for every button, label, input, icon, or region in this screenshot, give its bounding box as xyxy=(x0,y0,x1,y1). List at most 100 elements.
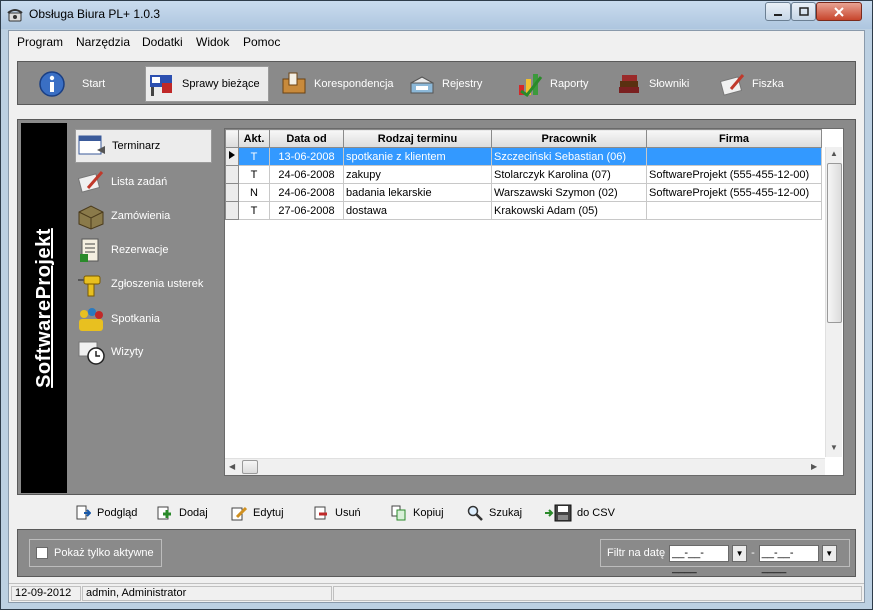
drill-icon xyxy=(75,268,107,300)
scroll-right-icon[interactable]: ▶ xyxy=(811,462,817,471)
cell-date[interactable]: 24-06-2008 xyxy=(269,165,344,184)
cell-employee[interactable]: Szczeciński Sebastian (06) xyxy=(491,147,647,166)
row-indicator xyxy=(225,183,239,202)
sidenav-zamowienia[interactable]: Zamówienia xyxy=(75,199,212,233)
brand-logo-text: SoftwareProjekt xyxy=(32,228,55,388)
menu-widok[interactable]: Widok xyxy=(196,35,229,49)
vertical-scroll-thumb[interactable] xyxy=(827,163,842,323)
action-bar: Podgląd Dodaj Edytuj Usuń Kopiuj Szukaj xyxy=(69,501,849,525)
toolbar-korespondencja[interactable]: Korespondencja xyxy=(278,66,398,102)
cell-type[interactable]: badania lekarskie xyxy=(343,183,492,202)
chevron-down-icon: ▼ xyxy=(825,548,834,558)
export-csv-button[interactable]: do CSV xyxy=(543,503,615,523)
phone-icon xyxy=(7,9,23,22)
preview-button[interactable]: Podgląd xyxy=(73,503,137,523)
toolbar-fiszka[interactable]: Fiszka xyxy=(716,66,796,102)
menu-dodatki[interactable]: Dodatki xyxy=(142,35,183,49)
add-icon xyxy=(155,503,175,523)
table-row[interactable]: N 24-06-2008 badania lekarskie Warszawsk… xyxy=(225,183,822,202)
cell-akt[interactable]: T xyxy=(238,201,270,220)
date-to-dropdown[interactable]: ▼ xyxy=(821,544,837,562)
vertical-scrollbar[interactable]: ▲ ▼ xyxy=(825,147,842,457)
sidenav-terminarz[interactable]: Terminarz xyxy=(75,129,212,163)
side-navigation: Terminarz Lista zadań Zamówienia Rezerwa… xyxy=(71,123,216,493)
header-akt[interactable]: Akt. xyxy=(238,129,270,148)
sidenav-spotkania[interactable]: Spotkania xyxy=(75,302,212,336)
menu-narzedzia[interactable]: Narzędzia xyxy=(76,35,130,49)
header-pracownik[interactable]: Pracownik xyxy=(491,129,647,148)
maximize-button[interactable] xyxy=(791,2,816,21)
table-row[interactable]: T 27-06-2008 dostawa Krakowski Adam (05) xyxy=(225,201,822,220)
sidenav-lista-zadan[interactable]: Lista zadań xyxy=(75,165,212,199)
title-bar[interactable]: Obsługa Biura PL+ 1.0.3 xyxy=(1,1,872,29)
table-row[interactable]: T 13-06-2008 spotkanie z klientem Szczec… xyxy=(225,147,822,166)
books-icon xyxy=(613,68,645,100)
horizontal-scroll-thumb[interactable] xyxy=(242,460,258,474)
horizontal-scrollbar[interactable]: ◀ ▶ xyxy=(225,458,825,475)
edit-button[interactable]: Edytuj xyxy=(229,503,284,523)
data-table: Akt. Data od Rodzaj terminu Pracownik Fi… xyxy=(225,129,822,220)
cell-akt[interactable]: N xyxy=(238,183,270,202)
minimize-icon xyxy=(774,13,782,16)
main-toolbar: Start Sprawy bieżące Korespondencja Reje… xyxy=(17,61,856,105)
sidenav-rezerwacje[interactable]: Rezerwacje xyxy=(75,233,212,267)
toolbar-sprawy-biezace[interactable]: Sprawy bieżące xyxy=(145,66,269,102)
toolbar-start[interactable]: Start xyxy=(36,66,126,102)
cell-type[interactable]: spotkanie z klientem xyxy=(343,147,492,166)
table-header-row: Akt. Data od Rodzaj terminu Pracownik Fi… xyxy=(225,129,822,148)
date-filter-label: Filtr na datę xyxy=(607,547,666,559)
header-rodzaj-terminu[interactable]: Rodzaj terminu xyxy=(343,129,492,148)
toolbar-raporty[interactable]: Raporty xyxy=(514,66,600,102)
row-indicator xyxy=(225,201,239,220)
row-indicator xyxy=(225,165,239,184)
checkbox-box[interactable] xyxy=(36,547,48,559)
cell-date[interactable]: 24-06-2008 xyxy=(269,183,344,202)
search-button[interactable]: Szukaj xyxy=(465,503,522,523)
main-panel: SoftwareProjekt Terminarz Lista zadań Za… xyxy=(17,119,856,495)
cell-company[interactable]: SoftwareProjekt (555-455-12-00) xyxy=(646,165,822,184)
scroll-up-icon[interactable]: ▲ xyxy=(830,149,838,158)
window-title: Obsługa Biura PL+ 1.0.3 xyxy=(29,7,161,21)
info-icon xyxy=(36,68,68,100)
header-firma[interactable]: Firma xyxy=(646,129,822,148)
cell-employee[interactable]: Warszawski Szymon (02) xyxy=(491,183,647,202)
sidenav-wizyty[interactable]: Wizyty xyxy=(75,335,212,369)
cell-type[interactable]: zakupy xyxy=(343,165,492,184)
cell-company[interactable] xyxy=(646,201,822,220)
cell-akt[interactable]: T xyxy=(238,147,270,166)
row-indicator xyxy=(225,147,239,166)
minimize-button[interactable] xyxy=(765,2,791,21)
toolbar-rejestry[interactable]: Rejestry xyxy=(406,66,494,102)
row-pointer-icon xyxy=(229,151,235,159)
search-icon xyxy=(465,503,485,523)
cell-date[interactable]: 13-06-2008 xyxy=(269,147,344,166)
chart-icon xyxy=(514,68,546,100)
cell-type[interactable]: dostawa xyxy=(343,201,492,220)
scroll-down-icon[interactable]: ▼ xyxy=(830,443,838,452)
date-from-input[interactable]: __-__-____ xyxy=(669,544,730,574)
only-active-checkbox[interactable]: Pokaż tylko aktywne xyxy=(29,539,162,567)
header-data-od[interactable]: Data od xyxy=(269,129,344,148)
menu-program[interactable]: Program xyxy=(17,35,63,49)
table-row[interactable]: T 24-06-2008 zakupy Stolarczyk Karolina … xyxy=(225,165,822,184)
reservation-icon xyxy=(75,234,107,266)
date-from-dropdown[interactable]: ▼ xyxy=(732,544,748,562)
scroll-left-icon[interactable]: ◀ xyxy=(229,462,235,471)
copy-button[interactable]: Kopiuj xyxy=(389,503,444,523)
menu-pomoc[interactable]: Pomoc xyxy=(243,35,280,49)
date-to-input[interactable]: __-__-____ xyxy=(758,544,819,574)
delete-button[interactable]: Usuń xyxy=(311,503,361,523)
filter-bar: Pokaż tylko aktywne Filtr na datę __-__-… xyxy=(17,529,856,577)
cell-company[interactable] xyxy=(646,147,822,166)
cell-employee[interactable]: Krakowski Adam (05) xyxy=(491,201,647,220)
status-user: admin, Administrator xyxy=(82,586,332,601)
cell-date[interactable]: 27-06-2008 xyxy=(269,201,344,220)
save-icon xyxy=(543,503,573,523)
cell-employee[interactable]: Stolarczyk Karolina (07) xyxy=(491,165,647,184)
close-button[interactable] xyxy=(816,2,862,21)
add-button[interactable]: Dodaj xyxy=(155,503,208,523)
cell-company[interactable]: SoftwareProjekt (555-455-12-00) xyxy=(646,183,822,202)
cell-akt[interactable]: T xyxy=(238,165,270,184)
toolbar-slowniki[interactable]: Słowniki xyxy=(613,66,703,102)
sidenav-zgloszenia-usterek[interactable]: Zgłoszenia usterek xyxy=(75,267,212,301)
